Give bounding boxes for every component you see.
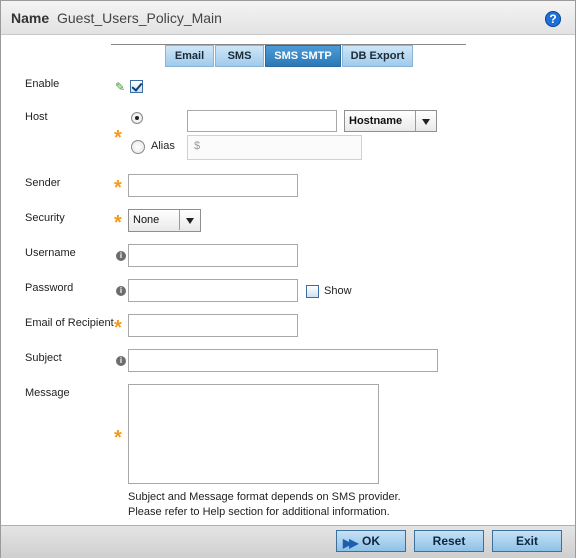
required-asterisk-icon: * bbox=[114, 127, 122, 149]
host-label: Host bbox=[25, 111, 48, 123]
required-asterisk-icon: * bbox=[114, 212, 122, 234]
required-asterisk-icon: * bbox=[114, 427, 122, 449]
recipient-label: Email of Recipient bbox=[25, 317, 114, 329]
format-note-line1: Subject and Message format depends on SM… bbox=[128, 491, 401, 503]
message-textarea[interactable] bbox=[128, 384, 379, 484]
message-label: Message bbox=[25, 387, 70, 399]
host-type-value: Hostname bbox=[349, 115, 403, 127]
show-password-label: Show bbox=[324, 285, 352, 297]
sender-label: Sender bbox=[25, 177, 61, 189]
enable-label: Enable bbox=[25, 78, 60, 90]
info-icon: i bbox=[116, 356, 126, 366]
tab-sms-smtp[interactable]: SMS SMTP bbox=[265, 45, 341, 67]
username-label: Username bbox=[25, 247, 76, 259]
security-label: Security bbox=[25, 212, 65, 224]
tab-sms[interactable]: SMS bbox=[215, 45, 264, 67]
name-label: Name bbox=[11, 10, 50, 26]
password-label: Password bbox=[25, 282, 74, 294]
subject-label: Subject bbox=[25, 352, 62, 364]
reset-button[interactable]: Reset bbox=[414, 530, 484, 552]
show-password-checkbox[interactable] bbox=[306, 285, 319, 298]
ok-button-label: OK bbox=[362, 534, 380, 548]
password-input[interactable] bbox=[128, 279, 298, 302]
subject-input[interactable] bbox=[128, 349, 438, 372]
enable-checkbox[interactable] bbox=[130, 80, 143, 93]
host-radio[interactable] bbox=[131, 112, 143, 124]
username-input[interactable] bbox=[128, 244, 298, 267]
tab-db-export[interactable]: DB Export bbox=[342, 45, 413, 67]
policy-name: Guest_Users_Policy_Main bbox=[57, 10, 222, 26]
security-select[interactable]: None bbox=[128, 209, 201, 232]
security-value: None bbox=[133, 214, 160, 226]
chevron-down-icon bbox=[415, 111, 436, 131]
host-type-select[interactable]: Hostname bbox=[344, 110, 437, 132]
host-input[interactable] bbox=[187, 110, 337, 132]
alias-radio[interactable] bbox=[131, 140, 145, 154]
alias-input: $ bbox=[187, 135, 362, 160]
required-asterisk-icon: * bbox=[114, 317, 122, 339]
info-icon: i bbox=[116, 286, 126, 296]
required-asterisk-icon: * bbox=[114, 177, 122, 199]
double-arrow-icon: ▶▶ bbox=[343, 536, 359, 550]
exit-button[interactable]: Exit bbox=[492, 530, 562, 552]
format-note-line2: Please refer to Help section for additio… bbox=[128, 506, 390, 518]
alias-label: Alias bbox=[151, 140, 175, 152]
help-icon[interactable]: ? bbox=[545, 11, 561, 27]
policy-dialog: Name Guest_Users_Policy_Main ? Email SMS… bbox=[0, 0, 576, 558]
ok-button[interactable]: ▶▶ OK bbox=[336, 530, 406, 552]
button-bar bbox=[1, 525, 575, 558]
sender-input[interactable] bbox=[128, 174, 298, 197]
chevron-down-icon bbox=[179, 210, 200, 230]
info-icon: i bbox=[116, 251, 126, 261]
title-bar: Name Guest_Users_Policy_Main ? bbox=[1, 1, 575, 35]
recipient-input[interactable] bbox=[128, 314, 298, 337]
tab-email[interactable]: Email bbox=[165, 45, 214, 67]
pencil-icon: ✎ bbox=[115, 80, 126, 94]
